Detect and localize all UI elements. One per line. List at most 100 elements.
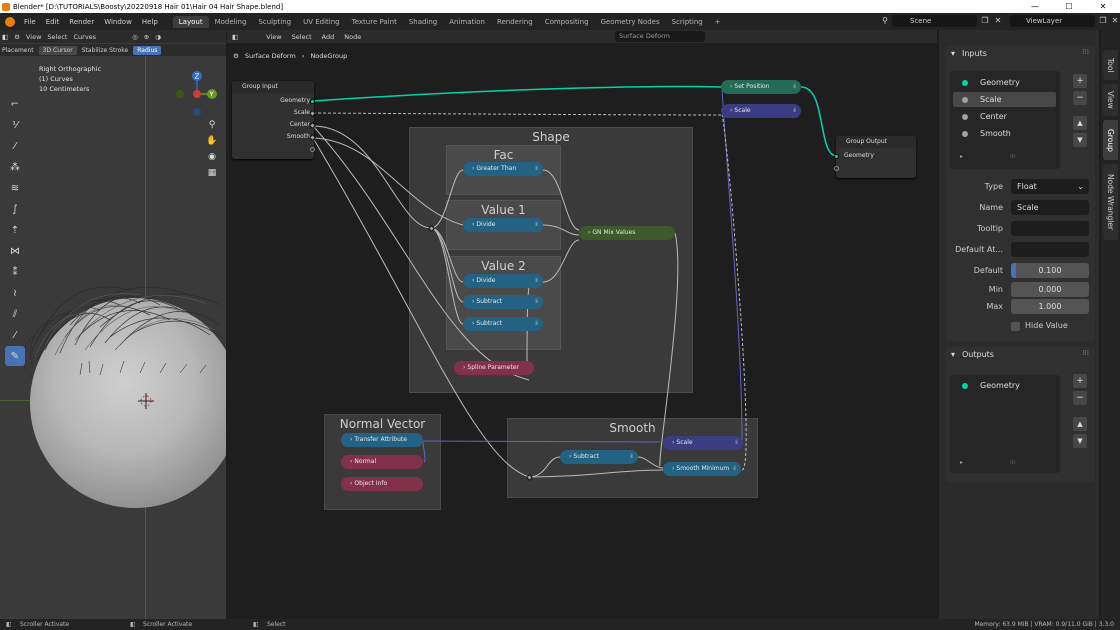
- menu-render[interactable]: Render: [64, 18, 99, 26]
- tab-node-wrangler[interactable]: Node Wrangler: [1103, 164, 1118, 240]
- input-item-scale[interactable]: Scale: [953, 92, 1056, 107]
- minimize-button[interactable]: —: [1018, 0, 1052, 13]
- max-field[interactable]: 1.000: [1011, 299, 1089, 314]
- tab-group[interactable]: Group: [1103, 120, 1118, 160]
- default-attribute-field[interactable]: [1011, 242, 1089, 257]
- puff-icon[interactable]: ⁑: [5, 262, 25, 282]
- stabilize-checkbox[interactable]: Stabilize Stroke: [82, 47, 129, 54]
- type-dropdown[interactable]: Float ⌄: [1011, 179, 1089, 194]
- scene-icon[interactable]: ⚲: [880, 16, 890, 26]
- 3d-cursor-icon[interactable]: [138, 393, 154, 409]
- pinch-icon[interactable]: ⋈: [5, 241, 25, 261]
- list-resize-icon[interactable]: ⁞⁞⁞: [1010, 153, 1016, 160]
- tab-shading[interactable]: Shading: [403, 16, 443, 28]
- greater-than-node[interactable]: › Greater Than ⁞⁞: [463, 162, 543, 176]
- blender-logo-icon[interactable]: [5, 16, 15, 27]
- name-field[interactable]: Scale: [1011, 200, 1089, 215]
- socket-out-empty[interactable]: [310, 147, 315, 152]
- navigation-gizmo[interactable]: Z Y: [172, 66, 222, 116]
- viewport-menu-view[interactable]: View: [26, 33, 41, 41]
- tab-geometry-nodes[interactable]: Geometry Nodes: [595, 16, 666, 28]
- smooth-minimum-node[interactable]: › Smooth Minimum ⁞⁞: [663, 462, 741, 476]
- delete-curves-icon[interactable]: ⁄: [5, 136, 25, 156]
- menu-help[interactable]: Help: [137, 18, 163, 26]
- move-down-button[interactable]: ▼: [1073, 133, 1087, 147]
- inputs-panel-header[interactable]: Inputs: [946, 46, 1095, 62]
- editor-type-icon[interactable]: ◧: [2, 33, 8, 41]
- add-curves-icon[interactable]: ⅟: [5, 115, 25, 135]
- spline-parameter-node[interactable]: › Spline Parameter: [454, 361, 534, 375]
- 3d-viewport[interactable]: ◧ ⚙ View Select Curves ◎ ⊕ ◑ Placement 3…: [0, 30, 226, 619]
- move-up-button[interactable]: ▲: [1073, 417, 1087, 431]
- delete-view-layer-icon[interactable]: ✕: [1110, 16, 1120, 26]
- menu-window[interactable]: Window: [99, 18, 137, 26]
- add-workspace-button[interactable]: +: [709, 16, 727, 28]
- ortho-grid-icon[interactable]: ▦: [205, 166, 219, 180]
- tab-view[interactable]: View: [1103, 84, 1118, 116]
- maximize-button[interactable]: ☐: [1052, 0, 1086, 13]
- new-scene-icon[interactable]: ❐: [980, 16, 990, 26]
- divide-2-node[interactable]: › Divide ⁞⁞: [463, 274, 543, 288]
- subtract-2-node[interactable]: › Subtract ⁞⁞: [463, 317, 543, 331]
- add-output-button[interactable]: +: [1073, 374, 1087, 388]
- group-output-node[interactable]: Group Output Geometry: [834, 136, 916, 178]
- mix-values-node[interactable]: › GN Mix Values: [579, 226, 675, 240]
- move-down-button[interactable]: ▼: [1073, 434, 1087, 448]
- input-item-center[interactable]: Center: [950, 109, 1060, 124]
- viewport-menu-select[interactable]: Select: [47, 33, 67, 41]
- mode-icon[interactable]: ⚙: [14, 33, 20, 41]
- socket-out-geometry[interactable]: [310, 99, 315, 104]
- move-up-button[interactable]: ▲: [1073, 116, 1087, 130]
- pan-hand-icon[interactable]: ✋: [205, 134, 219, 148]
- tab-compositing[interactable]: Compositing: [539, 16, 595, 28]
- object-info-node[interactable]: › Object Info: [341, 477, 423, 491]
- menu-file[interactable]: File: [19, 18, 41, 26]
- scale-smooth-node[interactable]: › Scale ⁞⁞: [663, 436, 743, 450]
- tab-sculpting[interactable]: Sculpting: [252, 16, 297, 28]
- remove-output-button[interactable]: −: [1073, 391, 1087, 405]
- close-button[interactable]: ✕: [1086, 0, 1120, 13]
- remove-input-button[interactable]: −: [1073, 91, 1087, 105]
- draw-tool-icon[interactable]: ✎: [5, 346, 25, 366]
- cursor-dropdown[interactable]: 3D Cursor: [38, 45, 77, 55]
- tab-animation[interactable]: Animation: [443, 16, 491, 28]
- hair-curves[interactable]: [20, 265, 226, 375]
- drag-handle-icon[interactable]: ⁞⁞⁞: [1082, 349, 1089, 357]
- viewport-menu-curves[interactable]: Curves: [73, 33, 96, 41]
- smooth-icon[interactable]: ≀: [5, 283, 25, 303]
- delete-scene-icon[interactable]: ✕: [993, 16, 1003, 26]
- tooltip-field[interactable]: [1011, 221, 1089, 236]
- normal-node[interactable]: › Normal: [341, 455, 423, 469]
- group-input-node[interactable]: Group Input Geometry Scale Center Smooth: [232, 81, 317, 159]
- drag-handle-icon[interactable]: ⁞⁞⁞: [1082, 48, 1089, 56]
- select-tool-icon[interactable]: ⌐: [5, 94, 25, 114]
- scene-selector[interactable]: Scene: [892, 15, 977, 27]
- view-layer-selector[interactable]: ViewLayer: [1010, 15, 1095, 27]
- tab-scripting[interactable]: Scripting: [666, 16, 709, 28]
- min-field[interactable]: 0.000: [1011, 282, 1089, 297]
- transfer-attribute-node[interactable]: › Transfer Attribute: [341, 433, 423, 447]
- camera-icon[interactable]: ◉: [205, 150, 219, 164]
- list-expand-icon[interactable]: ▸: [960, 153, 963, 160]
- slide-icon[interactable]: ⫽: [5, 304, 25, 324]
- density-icon[interactable]: ⁂: [5, 157, 25, 177]
- set-position-node[interactable]: › Set Position ⁞⁞: [721, 80, 801, 94]
- tab-uv-editing[interactable]: UV Editing: [297, 16, 346, 28]
- snake-hook-icon[interactable]: ∫: [5, 199, 25, 219]
- list-resize-icon[interactable]: ⁞⁞⁞: [1010, 459, 1016, 466]
- zoom-icon[interactable]: ⚲: [205, 118, 219, 132]
- menu-edit[interactable]: Edit: [41, 18, 65, 26]
- socket-in-empty[interactable]: [834, 166, 839, 171]
- output-item-geometry[interactable]: Geometry: [950, 378, 1060, 393]
- shading-icon[interactable]: ◑: [155, 33, 161, 41]
- node-editor[interactable]: ◧ View Select Add Node Surface Deform ⚙ …: [227, 30, 937, 619]
- scale-top-node[interactable]: › Scale ⁞⁞: [721, 104, 801, 118]
- subtract-smooth-node[interactable]: › Subtract ⁞⁞: [560, 450, 638, 464]
- gizmo-icon[interactable]: ⊕: [144, 33, 149, 41]
- tab-tool[interactable]: Tool: [1103, 50, 1118, 80]
- socket-in-geometry[interactable]: [834, 154, 839, 159]
- tab-texture-paint[interactable]: Texture Paint: [346, 16, 403, 28]
- outputs-panel-header[interactable]: Outputs: [946, 347, 1095, 363]
- divide-1-node[interactable]: › Divide ⁞⁞: [463, 218, 543, 232]
- grow-shrink-icon[interactable]: ⇡: [5, 220, 25, 240]
